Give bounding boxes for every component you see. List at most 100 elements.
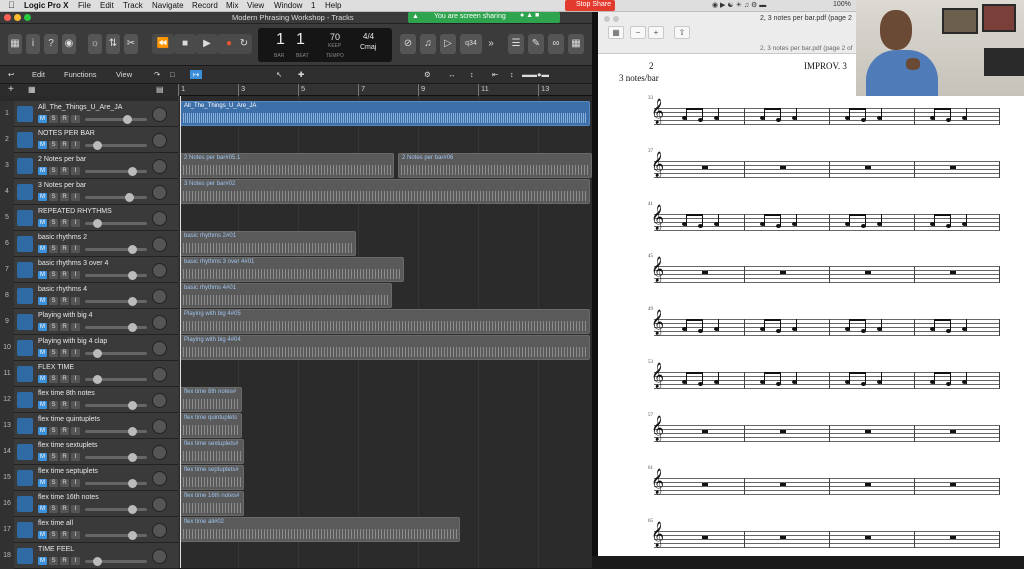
solo-button[interactable]: S (49, 271, 58, 279)
mute-button[interactable]: M (38, 453, 47, 461)
volume-knob[interactable] (125, 193, 134, 202)
waveform-zoom-icon[interactable]: ↕ (470, 70, 474, 79)
menu-help[interactable]: Help (325, 1, 341, 10)
tuner-icon[interactable]: ♫ (420, 34, 436, 54)
volume-slider[interactable] (85, 167, 147, 176)
share-controls-icon[interactable]: ● ▲ ■ (520, 12, 539, 19)
solo-button[interactable]: S (49, 193, 58, 201)
solo-button[interactable]: S (49, 479, 58, 487)
track-header[interactable]: 5 REPEATED RHYTHMS M S R I (0, 205, 178, 231)
input-monitor-button[interactable]: I (71, 349, 80, 357)
mute-button[interactable]: M (38, 557, 47, 565)
count-in-button[interactable]: q34 (460, 34, 482, 54)
volume-slider[interactable] (85, 427, 147, 436)
input-monitor-button[interactable]: I (71, 271, 80, 279)
track-header[interactable]: 7 basic rhythms 3 over 4 MSRI (0, 257, 178, 283)
toolbar-back-icon[interactable]: ↩ (8, 70, 14, 79)
solo-button[interactable]: S (49, 375, 58, 383)
track-header[interactable]: 14 flex time sextuplets M S R I (0, 439, 178, 465)
track-header[interactable]: 16 flex time 16th notes M S R I (0, 491, 178, 517)
functions-menu[interactable]: Functions (64, 70, 97, 79)
volume-knob[interactable] (93, 557, 102, 566)
record-enable-button[interactable]: R (60, 375, 69, 383)
menu-mix[interactable]: Mix (226, 1, 238, 10)
volume-knob[interactable] (123, 115, 132, 124)
input-monitor-button[interactable]: I (71, 479, 80, 487)
replace-icon[interactable]: ⊘ (400, 34, 416, 54)
track-header[interactable]: 1 All_The_Things_U_Are_JA M S R I (0, 101, 178, 127)
solo-button[interactable]: S (49, 557, 58, 565)
apple-icon[interactable]:  (8, 0, 15, 10)
track-header[interactable]: 8 basic rhythms 4 MSRI (0, 283, 178, 309)
smart-controls-icon[interactable]: ◉ (62, 34, 76, 54)
input-monitor-button[interactable]: I (71, 453, 80, 461)
minimize-icon[interactable] (613, 16, 619, 22)
mute-button[interactable]: M (38, 115, 47, 123)
scissors-icon[interactable]: ✂ (124, 34, 138, 54)
mute-button[interactable]: M (38, 219, 47, 227)
volume-knob[interactable] (128, 297, 137, 306)
track-name[interactable]: Playing with big 4 (38, 312, 92, 319)
volume-knob[interactable] (128, 271, 137, 280)
track-name[interactable]: basic rhythms 2 (38, 234, 87, 241)
solo-button[interactable]: S (49, 401, 58, 409)
volume-slider[interactable] (85, 193, 147, 202)
audio-region[interactable]: All_The_Things_U_Are_JA (180, 101, 590, 126)
mute-button[interactable]: M (38, 401, 47, 409)
volume-knob[interactable] (128, 167, 137, 176)
record-enable-button[interactable]: R (60, 141, 69, 149)
editors-icon[interactable]: ⇅ (106, 34, 120, 54)
pan-knob[interactable] (152, 289, 167, 304)
notepad-icon[interactable]: ✎ (528, 34, 544, 54)
volume-slider[interactable] (85, 375, 147, 384)
mixer-icon[interactable]: ☼ (88, 34, 102, 54)
mute-button[interactable]: M (38, 271, 47, 279)
stop-icon[interactable]: ■ (174, 34, 196, 54)
solo-button[interactable]: S (49, 427, 58, 435)
tracks-area[interactable]: All_The_Things_U_Are_JA 2 Notes per bar#0… (178, 96, 592, 568)
pan-knob[interactable] (152, 445, 167, 460)
track-name[interactable]: FLEX TIME (38, 364, 74, 371)
pan-knob[interactable] (152, 263, 167, 278)
input-monitor-button[interactable]: I (71, 557, 80, 565)
audio-region[interactable]: flex time septuplets# (180, 465, 244, 490)
volume-slider[interactable] (85, 453, 147, 462)
input-monitor-button[interactable]: I (71, 219, 80, 227)
audio-region[interactable]: basic rhythms 2#01 (180, 231, 356, 256)
rewind-icon[interactable]: ⏪ (152, 34, 174, 54)
snap-icon[interactable]: ⚙ (424, 70, 431, 79)
ruler[interactable]: 1 3 5 7 9 11 13 (178, 84, 592, 96)
mute-button[interactable]: M (38, 193, 47, 201)
record-enable-button[interactable]: R (60, 219, 69, 227)
volume-knob[interactable] (93, 349, 102, 358)
track-header[interactable]: 11 FLEX TIME M S R I (0, 361, 178, 387)
sidebar-icon[interactable]: ▦ (608, 26, 624, 39)
input-monitor-button[interactable]: I (71, 505, 80, 513)
track-header[interactable]: 6 basic rhythms 2 MSRI (0, 231, 178, 257)
volume-knob[interactable] (93, 219, 102, 228)
volume-knob[interactable] (128, 479, 137, 488)
volume-knob[interactable] (128, 427, 137, 436)
cycle-icon[interactable]: ↻ (236, 34, 252, 54)
input-monitor-button[interactable]: I (71, 323, 80, 331)
volume-slider[interactable] (85, 401, 147, 410)
track-name[interactable]: 2 Notes per bar (38, 156, 86, 163)
track-header[interactable]: 17 flex time all M S R I (0, 517, 178, 543)
pan-knob[interactable] (152, 497, 167, 512)
input-monitor-button[interactable]: I (71, 167, 80, 175)
pan-knob[interactable] (152, 419, 167, 434)
record-enable-button[interactable]: R (60, 505, 69, 513)
volume-knob[interactable] (128, 505, 137, 514)
status-icons[interactable]: ◉ ▶ ☯ ☀ ♫ ⚙ ▬ (712, 1, 766, 9)
zoom-horizontal-icon[interactable]: ↔ (448, 70, 456, 79)
menu-track[interactable]: Track (123, 1, 143, 10)
pan-knob[interactable] (152, 133, 167, 148)
audio-region[interactable]: flex time 16th notes# (180, 491, 244, 516)
audio-region[interactable]: Playing with big 4#04 (180, 335, 590, 360)
input-monitor-button[interactable]: I (71, 115, 80, 123)
menu-file[interactable]: File (78, 1, 91, 10)
pan-knob[interactable] (152, 367, 167, 382)
record-enable-button[interactable]: R (60, 323, 69, 331)
audio-region[interactable]: Playing with big 4#05 (180, 309, 590, 334)
audio-region[interactable]: flex time quintuplets (180, 413, 242, 438)
